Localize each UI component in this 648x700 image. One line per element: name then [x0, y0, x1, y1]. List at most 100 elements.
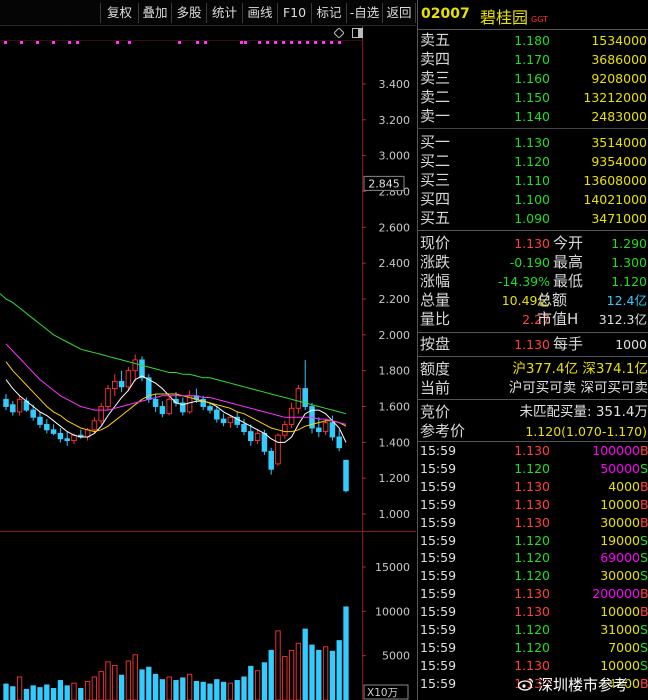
ask-volume: 2483000: [591, 109, 647, 124]
kline-chart[interactable]: 3.400 3.200 3.000 2.800 2.600 2.400 2.200 2.000…: [0, 26, 416, 700]
watermark: 深圳楼市参考: [518, 674, 648, 696]
pct-label: 涨幅: [420, 272, 451, 290]
trade-time: 15:59: [420, 675, 457, 691]
trade-side: B: [640, 514, 648, 530]
event-marker-dot: [322, 41, 325, 44]
event-marker-dot: [20, 41, 23, 44]
candle-body: [220, 418, 227, 424]
trade-tick-row: 15:59 1.130 10000 B: [418, 603, 648, 621]
ask-price: 1.160: [514, 71, 550, 86]
volume-bar: [220, 681, 227, 700]
volume-bar: [30, 685, 36, 700]
candle: [207, 402, 213, 414]
volume-bar: [234, 680, 240, 700]
candle-body: [10, 404, 16, 413]
ask-price: 1.150: [514, 90, 550, 105]
trade-time: 15:59: [420, 568, 457, 584]
candle: [57, 428, 64, 443]
draw-line-button[interactable]: 画线: [242, 3, 277, 23]
candle-body: [268, 450, 274, 470]
event-marker-dot: [178, 41, 181, 44]
change-value: -0.190: [509, 255, 550, 270]
trade-volume: 30000: [600, 568, 640, 584]
volume-tick-label: 5000: [382, 650, 410, 663]
event-marker-dot: [116, 41, 119, 44]
trade-price: 1.120: [514, 550, 550, 566]
trade-price: 1.120: [514, 639, 550, 655]
current-price-label: 现价: [420, 234, 451, 252]
event-marker-dot: [244, 41, 247, 44]
bid-volume: 3514000: [591, 135, 647, 150]
trade-side: B: [640, 478, 648, 494]
bid-price: 1.090: [514, 211, 550, 226]
ask-label: 卖二: [420, 88, 451, 106]
trade-side: B: [640, 586, 648, 602]
volume-bar: [336, 640, 342, 700]
mark-button[interactable]: 标记: [311, 3, 346, 23]
trade-side: B: [640, 443, 648, 458]
trade-volume: 10000: [600, 604, 640, 620]
ma-line-ma5: [5, 375, 347, 443]
quote-row-5: 量比 2.27 市值H 312.3亿: [418, 310, 648, 329]
bid-label: 买二: [420, 152, 451, 170]
trade-time: 15:59: [420, 550, 457, 566]
price-tick-label: 1.800: [379, 365, 411, 378]
panel-toggle-icon[interactable]: [352, 28, 363, 38]
bid-volume: 13608000: [583, 173, 647, 188]
trade-side: B: [640, 496, 648, 512]
quote-row-3: 涨幅 -14.39% 最低 1.120: [418, 272, 648, 291]
volume-bar: [98, 671, 104, 700]
trade-tick-row: 15:59 1.120 7000 S: [418, 639, 648, 657]
ask-level-5: 卖五 1.180 1534000: [418, 31, 648, 50]
bid-volume: 3471000: [591, 211, 647, 226]
overlay-button[interactable]: 叠加: [138, 3, 171, 23]
trade-time: 15:59: [420, 443, 457, 458]
f10-button[interactable]: F10: [277, 3, 311, 23]
bid-label: 买四: [420, 190, 451, 208]
stock-header: 02007 碧桂园 GGT: [418, 0, 648, 28]
candle-body: [288, 407, 295, 425]
event-marker-dot: [196, 41, 199, 44]
candle-body: [152, 398, 159, 407]
volume-bar: [166, 676, 172, 700]
high-value: 1.300: [611, 255, 647, 270]
diamond-icon[interactable]: [334, 28, 344, 38]
volume-bar: [78, 688, 84, 700]
candle-body: [44, 423, 50, 431]
event-marker-dot: [298, 41, 301, 44]
bid-price: 1.130: [514, 135, 550, 150]
trade-price: 1.130: [514, 657, 550, 673]
candle: [166, 395, 172, 416]
remove-watchlist-button[interactable]: -自选: [346, 3, 382, 23]
ma-line-ma20: [5, 343, 347, 425]
trade-price: 1.120: [514, 568, 550, 584]
volume-bar: [288, 649, 295, 700]
bid-volume: 9354000: [591, 154, 647, 169]
volume-bar: [146, 666, 152, 700]
trade-time: 15:59: [420, 478, 457, 494]
candle-body: [261, 432, 268, 452]
volume-bar: [105, 661, 111, 700]
candle-body: [329, 422, 336, 438]
trade-volume: 200000: [592, 586, 640, 602]
stock-name: 碧桂园: [480, 8, 529, 27]
statistics-button[interactable]: 统计: [206, 3, 242, 23]
candle-body: [37, 416, 43, 425]
volume-bar: [37, 687, 43, 700]
ask-label: 卖五: [420, 31, 451, 49]
candle: [254, 429, 261, 445]
trade-tick-row: 15:59 1.130 30000 B: [418, 514, 648, 532]
trade-volume: 10000: [600, 496, 640, 512]
candle: [10, 401, 16, 416]
quota-current-row: 当前 沪可买可卖 深可买可卖: [418, 379, 648, 398]
trade-time: 15:59: [420, 586, 457, 602]
volume-bar: [214, 679, 220, 700]
trade-price: 1.130: [514, 604, 550, 620]
multi-stock-button[interactable]: 多股: [171, 3, 206, 23]
trade-price: 1.120: [514, 532, 550, 548]
restore-rights-button[interactable]: 复权: [100, 3, 138, 23]
ask-price: 1.140: [514, 109, 550, 124]
trade-time: 15:59: [420, 460, 457, 476]
back-button[interactable]: 返回: [382, 3, 416, 23]
volume-bar: [16, 676, 23, 700]
